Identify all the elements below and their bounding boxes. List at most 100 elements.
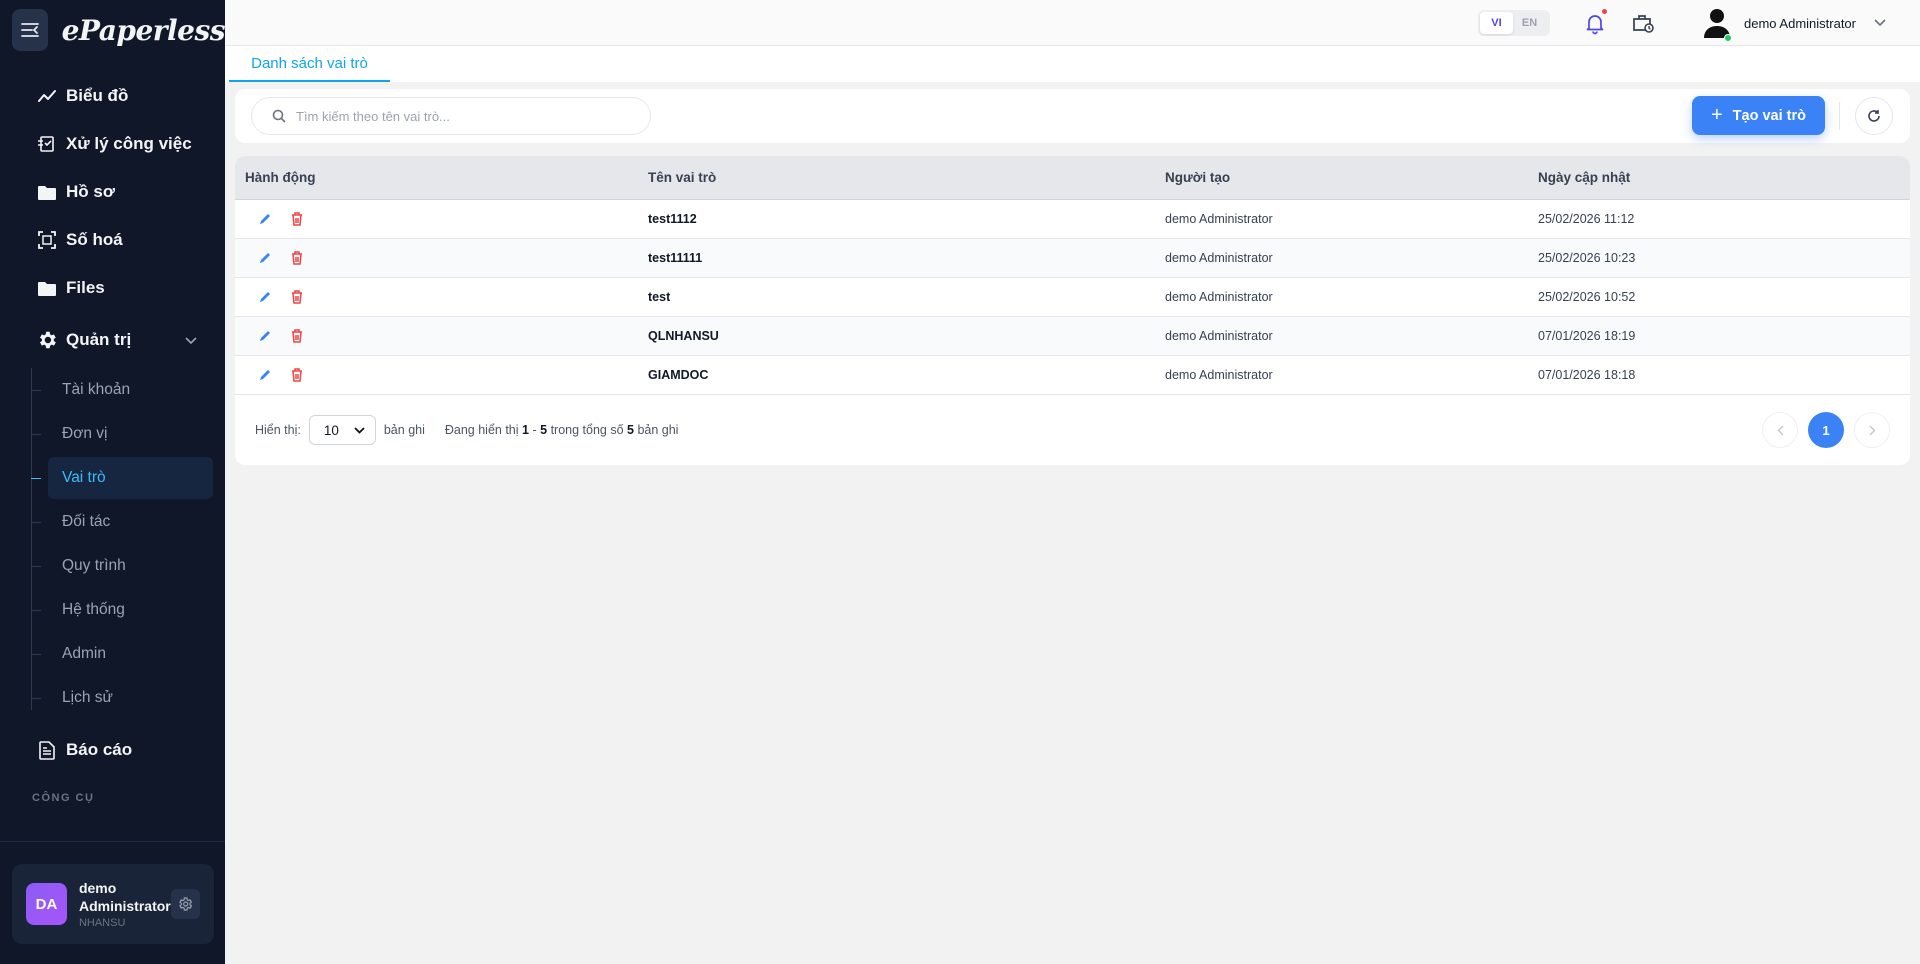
records-label: bản ghi bbox=[383, 423, 425, 437]
sidebar-item-label: Đối tác bbox=[62, 513, 111, 530]
column-header-creator[interactable]: Người tạo bbox=[1165, 170, 1538, 185]
cell-creator: demo Administrator bbox=[1165, 368, 1273, 382]
user-settings-button[interactable] bbox=[170, 889, 200, 919]
sidebar-item-doi-tac[interactable]: Đối tác bbox=[31, 500, 225, 544]
sidebar-item-don-vi[interactable]: Đơn vị bbox=[31, 412, 225, 456]
sidebar-collapse-button[interactable] bbox=[12, 9, 48, 51]
sidebar-item-bao-cao[interactable]: Báo cáo bbox=[0, 726, 225, 774]
sidebar-item-label: Quy trình bbox=[62, 557, 126, 574]
delete-button[interactable] bbox=[287, 326, 307, 346]
sidebar-item-so-hoa[interactable]: Số hoá bbox=[0, 216, 225, 264]
edit-button[interactable] bbox=[255, 326, 275, 346]
table-row[interactable]: GIAMDOC demo Administrator 07/01/2026 18… bbox=[235, 356, 1910, 395]
pencil-icon bbox=[260, 331, 270, 341]
column-header-role-name[interactable]: Tên vai trò bbox=[648, 170, 1165, 185]
sidebar-item-label: Files bbox=[66, 278, 105, 297]
lang-en-button[interactable]: EN bbox=[1513, 12, 1546, 34]
header-user-menu[interactable]: demo Administrator bbox=[1702, 6, 1886, 42]
tab-danh-sach-vai-tro[interactable]: Danh sách vai trò bbox=[229, 46, 390, 82]
sidebar-item-tai-khoan[interactable]: Tài khoản bbox=[31, 368, 225, 412]
delete-button[interactable] bbox=[287, 209, 307, 229]
sidebar-header: ePaperless bbox=[0, 0, 226, 60]
trash-icon bbox=[292, 251, 302, 265]
cell-creator: demo Administrator bbox=[1165, 329, 1273, 343]
cell-updated: 07/01/2026 18:18 bbox=[1538, 368, 1636, 382]
user-meta: demo Administrator NHANSU bbox=[79, 879, 171, 929]
sidebar-item-ho-so[interactable]: Hồ sơ bbox=[0, 168, 225, 216]
scan-icon bbox=[36, 229, 58, 251]
app-logo[interactable]: ePaperless bbox=[62, 14, 226, 47]
bell-icon bbox=[1586, 15, 1604, 35]
page-button-current[interactable]: 1 bbox=[1808, 412, 1844, 448]
sidebar-item-quy-trinh[interactable]: Quy trình bbox=[31, 544, 225, 588]
row-actions bbox=[235, 287, 648, 307]
notification-button[interactable] bbox=[1583, 9, 1607, 35]
sidebar-item-xu-ly-cong-viec[interactable]: Xử lý công việc bbox=[0, 120, 225, 168]
create-role-label: Tạo vai trò bbox=[1732, 107, 1806, 124]
row-actions bbox=[235, 365, 648, 385]
pencil-icon bbox=[260, 292, 270, 302]
cell-role-name: test11111 bbox=[648, 251, 703, 265]
sidebar-nav: Biểu đồ Xử lý công việc Hồ sơ Số hoá Fil… bbox=[0, 72, 225, 804]
collapse-menu-icon bbox=[20, 23, 39, 37]
delete-button[interactable] bbox=[287, 365, 307, 385]
search-box bbox=[251, 97, 651, 135]
briefcase-clock-button[interactable] bbox=[1631, 11, 1655, 35]
info-mid: trong tổng số bbox=[550, 423, 624, 437]
info-from: 1 bbox=[522, 423, 529, 437]
table-row[interactable]: QLNHANSU demo Administrator 07/01/2026 1… bbox=[235, 317, 1910, 356]
roles-table: Hành động Tên vai trò Người tạo Ngày cập… bbox=[235, 156, 1910, 465]
row-actions bbox=[235, 209, 648, 229]
edit-button[interactable] bbox=[255, 287, 275, 307]
sidebar-item-label: Admin bbox=[62, 645, 106, 662]
pagination-info: Đang hiển thị 1 - 5 trong tổng số 5 bản … bbox=[445, 423, 679, 437]
chevron-down-icon bbox=[354, 426, 365, 434]
info-dash: - bbox=[532, 423, 537, 437]
chevron-down-icon bbox=[1874, 19, 1886, 27]
cell-creator: demo Administrator bbox=[1165, 212, 1273, 226]
sidebar-item-files[interactable]: Files bbox=[0, 264, 225, 312]
sidebar-item-label: Biểu đồ bbox=[66, 86, 129, 105]
chevron-right-icon bbox=[1868, 424, 1876, 436]
cell-updated: 07/01/2026 18:19 bbox=[1538, 329, 1636, 343]
avatar[interactable]: DA bbox=[26, 883, 67, 925]
table-row[interactable]: test demo Administrator 25/02/2026 10:52 bbox=[235, 278, 1910, 317]
delete-button[interactable] bbox=[287, 248, 307, 268]
pencil-icon bbox=[260, 370, 270, 380]
sidebar-item-label: Xử lý công việc bbox=[66, 134, 192, 153]
delete-button[interactable] bbox=[287, 287, 307, 307]
sidebar-item-label: Lịch sử bbox=[62, 689, 113, 706]
prev-page-button[interactable] bbox=[1762, 412, 1798, 448]
top-header: VI EN demo Administrator bbox=[225, 0, 1920, 46]
table-row[interactable]: test1112 demo Administrator 25/02/2026 1… bbox=[235, 200, 1910, 239]
sidebar-item-label: Số hoá bbox=[66, 230, 123, 249]
search-icon bbox=[272, 109, 286, 123]
search-input[interactable] bbox=[296, 108, 616, 124]
table-row[interactable]: test11111 demo Administrator 25/02/2026 … bbox=[235, 239, 1910, 278]
refresh-button[interactable] bbox=[1855, 97, 1893, 135]
page-size-value: 10 bbox=[323, 422, 339, 438]
sidebar-group-quan-tri[interactable]: Quản trị bbox=[0, 316, 225, 364]
sidebar-item-vai-tro[interactable]: Vai trò bbox=[31, 456, 225, 500]
next-page-button[interactable] bbox=[1854, 412, 1890, 448]
page-size-select[interactable]: 10 bbox=[308, 415, 376, 445]
sidebar-group-label: Quản trị bbox=[66, 330, 132, 349]
lang-vi-button[interactable]: VI bbox=[1480, 12, 1513, 34]
pencil-icon bbox=[260, 253, 270, 263]
create-role-button[interactable]: + Tạo vai trò bbox=[1692, 96, 1825, 135]
cell-role-name: test1112 bbox=[648, 212, 697, 226]
info-total: 5 bbox=[627, 423, 634, 437]
edit-button[interactable] bbox=[255, 209, 275, 229]
trash-icon bbox=[292, 212, 302, 226]
edit-button[interactable] bbox=[255, 248, 275, 268]
column-header-updated[interactable]: Ngày cập nhật bbox=[1538, 170, 1910, 185]
cell-role-name: test bbox=[648, 290, 671, 304]
chart-line-icon bbox=[36, 85, 58, 107]
sidebar-item-admin[interactable]: Admin bbox=[31, 632, 225, 676]
sidebar-item-lich-su[interactable]: Lịch sử bbox=[31, 676, 225, 720]
tab-bar: Danh sách vai trò bbox=[225, 46, 1920, 82]
sidebar-item-he-thong[interactable]: Hệ thống bbox=[31, 588, 225, 632]
sidebar-item-bieu-do[interactable]: Biểu đồ bbox=[0, 72, 225, 120]
info-to: 5 bbox=[540, 423, 548, 437]
edit-button[interactable] bbox=[255, 365, 275, 385]
